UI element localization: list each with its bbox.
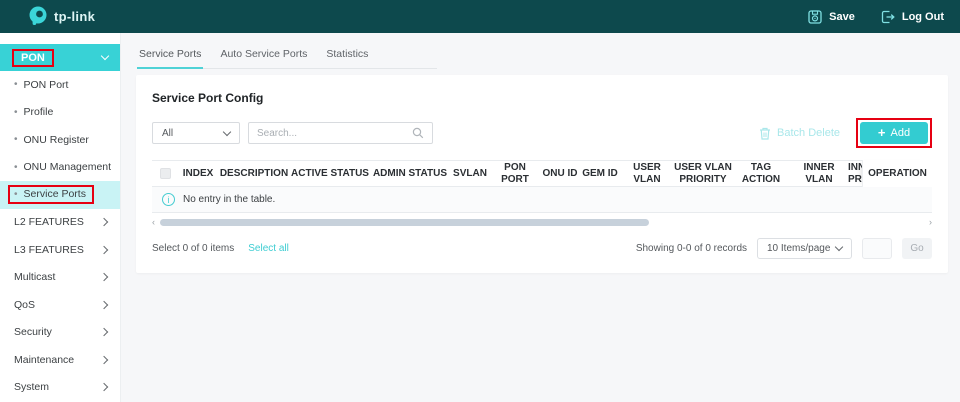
chevron-right-icon xyxy=(100,218,108,226)
sidebar-item-service-ports[interactable]: • Service Ports xyxy=(0,181,120,209)
bullet-icon: • xyxy=(14,79,18,90)
empty-state-row: i No entry in the table. xyxy=(152,187,932,213)
sidebar-item-onu-management[interactable]: • ONU Management xyxy=(0,154,120,182)
column-header-user-vlan-priority: USER VLAN PRIORITY xyxy=(674,162,732,185)
add-label: Add xyxy=(891,127,911,139)
scrollbar-track[interactable] xyxy=(160,219,924,226)
annotation-box-add: + Add xyxy=(856,118,932,148)
main-content: Service Ports Auto Service Ports Statist… xyxy=(120,33,960,402)
batch-delete-label: Batch Delete xyxy=(777,127,840,139)
column-header-operation: OPERATION xyxy=(862,160,932,187)
scroll-left-arrow[interactable]: ‹ xyxy=(152,218,160,227)
bullet-icon: • xyxy=(14,134,18,145)
select-all-link[interactable]: Select all xyxy=(248,243,289,254)
annotation-box-service-ports: • Service Ports xyxy=(8,185,94,204)
scroll-right-arrow[interactable]: › xyxy=(924,218,932,227)
page-title: Service Port Config xyxy=(152,91,932,105)
sidebar-item-qos[interactable]: QoS xyxy=(0,291,120,319)
trash-icon xyxy=(759,127,771,140)
sidebar-item-system[interactable]: System xyxy=(0,374,120,402)
top-header: tp-link Save Log Out xyxy=(0,0,960,33)
plus-icon: + xyxy=(878,125,886,140)
sidebar-item-profile[interactable]: • Profile xyxy=(0,99,120,127)
save-icon xyxy=(808,10,822,24)
brand: tp-link xyxy=(28,5,95,29)
save-label: Save xyxy=(829,11,855,23)
search-icon xyxy=(412,127,424,139)
bullet-icon: • xyxy=(14,189,18,200)
bullet-icon: • xyxy=(14,107,18,118)
logout-button[interactable]: Log Out xyxy=(881,10,944,24)
chevron-down-icon xyxy=(223,127,231,135)
horizontal-scrollbar: ‹ › xyxy=(152,218,932,227)
column-header-tag-action: TAG ACTION xyxy=(732,162,790,185)
pon-submenu: • PON Port • Profile • ONU Register • ON… xyxy=(0,71,120,209)
column-header-gem-id: GEM ID xyxy=(580,168,620,180)
selection-summary: Select 0 of 0 items xyxy=(152,243,234,254)
column-header-active-status: ACTIVE STATUS xyxy=(290,168,370,180)
search-input[interactable] xyxy=(257,128,412,139)
select-all-checkbox[interactable] xyxy=(160,168,171,179)
column-header-index: INDEX xyxy=(178,168,218,180)
tab-statistics[interactable]: Statistics xyxy=(324,40,370,68)
bullet-icon: • xyxy=(14,162,18,173)
annotation-box-pon: PON xyxy=(12,49,54,67)
page-size-value: 10 Items/page xyxy=(767,243,830,254)
tab-auto-service-ports[interactable]: Auto Service Ports xyxy=(218,40,309,68)
brand-name: tp-link xyxy=(54,9,95,24)
page-size-dropdown[interactable]: 10 Items/page xyxy=(757,238,852,259)
tab-bar: Service Ports Auto Service Ports Statist… xyxy=(137,40,437,69)
sidebar-item-pon-port[interactable]: • PON Port xyxy=(0,71,120,99)
column-header-user-vlan: USER VLAN xyxy=(620,162,674,185)
tplink-logo-icon xyxy=(28,5,48,29)
sidebar-group-pon[interactable]: PON xyxy=(0,44,120,71)
service-port-config-panel: Service Port Config All xyxy=(136,75,948,273)
chevron-right-icon xyxy=(100,301,108,309)
table-footer: Select 0 of 0 items Select all Showing 0… xyxy=(152,238,932,259)
chevron-right-icon xyxy=(100,328,108,336)
column-header-svlan: SVLAN xyxy=(450,168,490,180)
chevron-right-icon xyxy=(100,246,108,254)
sidebar-item-l2-features[interactable]: L2 FEATURES xyxy=(0,209,120,237)
logout-label: Log Out xyxy=(902,11,944,23)
chevron-down-icon xyxy=(101,52,109,60)
chevron-right-icon xyxy=(100,356,108,364)
scrollbar-thumb[interactable] xyxy=(160,219,649,226)
chevron-right-icon xyxy=(100,383,108,391)
empty-message: No entry in the table. xyxy=(183,194,275,205)
column-header-admin-status: ADMIN STATUS xyxy=(370,168,450,180)
sidebar: PON • PON Port • Profile • ONU Register … xyxy=(0,33,120,402)
save-button[interactable]: Save xyxy=(808,10,855,24)
sidebar-item-maintenance[interactable]: Maintenance xyxy=(0,346,120,374)
column-header-pon-port: PON PORT xyxy=(490,162,540,185)
sidebar-item-onu-register[interactable]: • ONU Register xyxy=(0,126,120,154)
column-header-onu-id: ONU ID xyxy=(540,168,580,180)
info-icon: i xyxy=(162,193,175,206)
batch-delete-button[interactable]: Batch Delete xyxy=(759,127,840,140)
column-header-description: DESCRIPTION xyxy=(218,168,290,180)
logout-icon xyxy=(881,10,895,24)
add-button[interactable]: + Add xyxy=(860,122,928,144)
records-summary: Showing 0-0 of 0 records xyxy=(636,243,747,254)
column-header-inner-vlan: INNER VLAN xyxy=(790,162,848,185)
chevron-right-icon xyxy=(100,273,108,281)
page-number-input[interactable] xyxy=(862,238,892,259)
chevron-down-icon xyxy=(835,243,843,251)
go-button[interactable]: Go xyxy=(902,238,932,259)
filter-dropdown-value: All xyxy=(162,128,173,139)
table-header-row: INDEX DESCRIPTION ACTIVE STATUS ADMIN ST… xyxy=(152,160,932,187)
column-header-inner-vlan-priority-clipped: INNER VLAN PRIORITY xyxy=(848,162,862,185)
tab-service-ports[interactable]: Service Ports xyxy=(137,40,203,69)
search-box xyxy=(248,122,433,144)
sidebar-item-l3-features[interactable]: L3 FEATURES xyxy=(0,236,120,264)
sidebar-item-security[interactable]: Security xyxy=(0,319,120,347)
filter-dropdown[interactable]: All xyxy=(152,122,240,144)
sidebar-item-multicast[interactable]: Multicast xyxy=(0,264,120,292)
